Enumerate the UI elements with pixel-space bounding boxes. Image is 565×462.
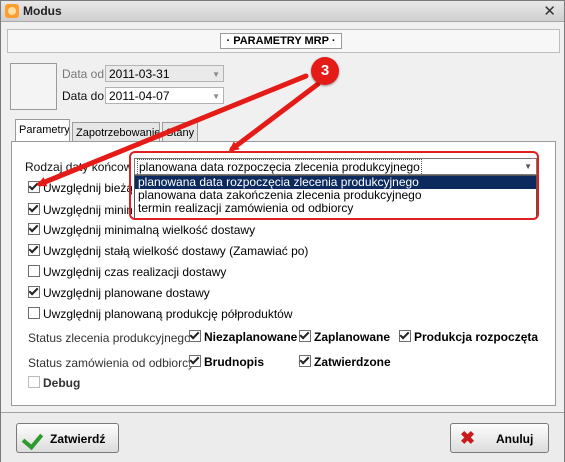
- close-icon[interactable]: ✕: [543, 2, 556, 20]
- production-status-label: Status zlecenia produkcyjnego: [28, 331, 191, 345]
- checkbox-row-semi-products[interactable]: Uwzględnij planowaną produkcję półproduk…: [28, 307, 293, 321]
- date-to-value: 2011-04-07: [109, 89, 170, 103]
- checkbox-label-planned-deliveries: Uwzględnij planowane dostawy: [43, 286, 210, 300]
- checkbox-current-stock[interactable]: [28, 181, 40, 193]
- checkbox-label-produkcja-rozpoczeta: Produkcja rozpoczęta: [414, 330, 539, 344]
- date-from-field[interactable]: 2011-03-31 ▼: [105, 65, 224, 82]
- date-to-field[interactable]: 2011-04-07 ▼: [105, 87, 224, 104]
- checkbox-row-planned-deliveries[interactable]: Uwzględnij planowane dostawy: [28, 286, 210, 300]
- status-zatwierdzone[interactable]: Zatwierdzone: [299, 355, 391, 369]
- checkbox-row-minimum-stock[interactable]: Uwzględnij minimalny stan: [28, 203, 132, 217]
- chevron-down-icon[interactable]: ▼: [524, 159, 532, 174]
- checkbox-produkcja-rozpoczeta[interactable]: [399, 330, 411, 342]
- checkbox-min-delivery[interactable]: [28, 223, 40, 235]
- checkbox-label-semi-products: Uwzględnij planowaną produkcję półproduk…: [43, 307, 293, 321]
- checkbox-label-lead-time: Uwzględnij czas realizacji dostawy: [43, 265, 227, 279]
- cancel-button[interactable]: ✖ Anuluj: [450, 423, 549, 453]
- checkbox-minimum-stock[interactable]: [28, 203, 40, 215]
- checkbox-label-debug: Debug: [43, 376, 81, 390]
- checkmark-icon: [21, 427, 44, 451]
- date-to-dropdown-icon[interactable]: ▼: [212, 88, 220, 105]
- checkbox-label-niezaplanowane: Niezaplanowane: [204, 330, 298, 344]
- date-to-label: Data do: [62, 89, 105, 103]
- checkbox-lead-time[interactable]: [28, 265, 40, 277]
- checkbox-row-fixed-delivery[interactable]: Uwzględnij stałą wielkość dostawy (Zamaw…: [28, 244, 308, 258]
- checkbox-zatwierdzone[interactable]: [299, 355, 311, 367]
- page-title: · PARAMETRY MRP ·: [220, 33, 342, 49]
- header-band: · PARAMETRY MRP ·: [7, 29, 560, 53]
- checkbox-brudnopis[interactable]: [189, 355, 201, 367]
- button-bar: Zatwierdź ✖ Anuluj: [1, 412, 564, 462]
- cancel-x-icon: ✖: [460, 428, 476, 448]
- checkbox-debug[interactable]: [28, 376, 40, 388]
- date-type-label: Rodzaj daty końcowej: [25, 160, 131, 174]
- date-type-dropdown-list: planowana data rozpoczęcia zlecenia prod…: [134, 175, 537, 219]
- checkbox-label-zatwierdzone: Zatwierdzone: [314, 355, 391, 369]
- checkbox-row-current-stock[interactable]: Uwzględnij bieżący stan: [28, 181, 132, 195]
- confirm-button-label: Zatwierdź: [50, 432, 106, 446]
- status-brudnopis[interactable]: Brudnopis: [189, 355, 264, 369]
- tab-zapotrzebowanie[interactable]: Zapotrzebowanie: [72, 122, 160, 142]
- checkbox-label-min-delivery: Uwzględnij minimalną wielkość dostawy: [43, 223, 256, 237]
- confirm-button[interactable]: Zatwierdź: [16, 423, 119, 453]
- date-from-value: 2011-03-31: [109, 67, 170, 81]
- checkbox-label-fixed-delivery: Uwzględnij stałą wielkość dostawy (Zamaw…: [43, 244, 309, 258]
- tab-stany[interactable]: Stany: [162, 122, 198, 142]
- status-zaplanowane[interactable]: Zaplanowane: [299, 330, 390, 344]
- checkbox-label-brudnopis: Brudnopis: [204, 355, 264, 369]
- step-badge: 3: [311, 57, 339, 85]
- date-type-select[interactable]: planowana data rozpoczęcia zlecenia prod…: [134, 158, 537, 176]
- date-type-select-value: planowana data rozpoczęcia zlecenia prod…: [137, 159, 422, 176]
- window-title: Modus: [23, 4, 62, 18]
- date-from-dropdown-icon[interactable]: ▼: [212, 66, 220, 83]
- title-bar: Modus ✕: [1, 1, 564, 22]
- debug-row[interactable]: Debug: [28, 376, 80, 390]
- checkbox-row-min-delivery[interactable]: Uwzględnij minimalną wielkość dostawy: [28, 223, 255, 237]
- checkbox-niezaplanowane[interactable]: [189, 330, 201, 342]
- checkbox-row-lead-time[interactable]: Uwzględnij czas realizacji dostawy: [28, 265, 226, 279]
- tab-parametry[interactable]: Parametry: [15, 119, 70, 142]
- checkbox-label-zaplanowane: Zaplanowane: [314, 330, 391, 344]
- checkbox-zaplanowane[interactable]: [299, 330, 311, 342]
- checkbox-planned-deliveries[interactable]: [28, 286, 40, 298]
- checkbox-label-minimum-stock: Uwzględnij minimalny stan: [43, 203, 132, 217]
- checkbox-label-current-stock: Uwzględnij bieżący stan: [43, 181, 132, 195]
- modus-window: Modus ✕ · PARAMETRY MRP · Data od 2011-0…: [0, 0, 565, 462]
- status-niezaplanowane[interactable]: Niezaplanowane: [189, 330, 297, 344]
- order-status-label: Status zamówienia od odbiorcy: [28, 356, 195, 370]
- app-icon: [5, 4, 19, 18]
- checkbox-fixed-delivery[interactable]: [28, 244, 40, 256]
- dropdown-option-customer-due-date[interactable]: termin realizacji zamówienia od odbiorcy: [135, 202, 536, 215]
- status-produkcja-rozpoczeta[interactable]: Produkcja rozpoczęta: [399, 330, 538, 344]
- item-image-placeholder: [10, 63, 57, 110]
- date-from-label: Data od: [62, 67, 105, 81]
- checkbox-semi-products[interactable]: [28, 307, 40, 319]
- cancel-button-label: Anuluj: [496, 432, 534, 446]
